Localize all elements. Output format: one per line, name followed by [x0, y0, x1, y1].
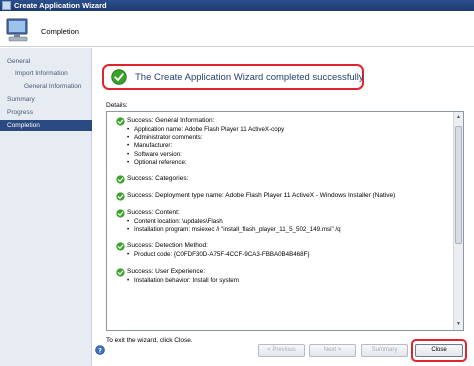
section-title: Success: Content:: [116, 208, 454, 218]
success-check-icon: [116, 209, 125, 218]
details-section: Success: User Experience: Installation b…: [116, 267, 454, 285]
page-title: Completion: [41, 27, 79, 36]
success-check-icon: [111, 69, 127, 85]
next-button[interactable]: Next >: [309, 344, 356, 357]
success-message: The Create Application Wizard completed …: [135, 72, 364, 83]
wizard-header: Completion: [0, 11, 474, 47]
success-check-icon: [116, 192, 125, 201]
detail-line: Optional reference:: [126, 159, 454, 167]
scroll-up-arrow-icon[interactable]: ▲: [454, 113, 463, 122]
close-highlight: [411, 339, 467, 362]
help-icon[interactable]: ?: [95, 345, 105, 355]
app-window-icon: [2, 1, 11, 10]
detail-line: Content location: \updates\Flash: [126, 218, 454, 226]
details-section: Success: General Information: Applicatio…: [116, 116, 454, 167]
success-check-icon: [116, 175, 125, 184]
section-title: Success: Categories:: [116, 174, 454, 184]
scroll-down-arrow-icon[interactable]: ▼: [454, 320, 463, 329]
detail-line: Administrator comments:: [126, 134, 454, 142]
svg-text:?: ?: [98, 346, 102, 354]
wizard-main-panel: The Create Application Wizard completed …: [93, 48, 474, 366]
sidebar-item-general[interactable]: General: [0, 56, 92, 67]
success-check-icon: [116, 242, 125, 252]
section-title-text: Success: User Experience:: [127, 267, 206, 275]
window-title: Create Application Wizard: [14, 1, 107, 10]
section-title-text: Success: Detection Method:: [127, 242, 208, 250]
section-lines: Product code: {C0FDF30D-A75F-4CCF-9CA3-F…: [116, 251, 454, 259]
sidebar-item-completion[interactable]: Completion: [0, 120, 92, 131]
details-label: Details:: [106, 102, 128, 109]
details-content: Success: General Information: Applicatio…: [107, 112, 454, 330]
sidebar-item-summary[interactable]: Summary: [0, 94, 92, 105]
previous-button[interactable]: < Previous: [258, 344, 305, 357]
section-title-text: Success: Content:: [127, 209, 180, 217]
section-title: Success: Deployment type name: Adobe Fla…: [116, 191, 454, 201]
success-check-icon: [116, 267, 125, 277]
computer-icon: [6, 18, 28, 42]
sidebar-item-progress[interactable]: Progress: [0, 107, 92, 118]
detail-line: Product code: {C0FDF30D-A75F-4CCF-9CA3-F…: [126, 251, 454, 259]
details-section: Success: Content: Content location: \upd…: [116, 208, 454, 235]
wizard-sidebar: General Import Information General Infor…: [0, 48, 92, 366]
details-section: Success: Categories:: [116, 174, 454, 184]
section-title: Success: Detection Method:: [116, 241, 454, 252]
section-title: Success: User Experience:: [116, 267, 454, 277]
details-section: Success: Deployment type name: Adobe Fla…: [116, 191, 454, 201]
detail-line: Installation behavior: Install for syste…: [126, 277, 454, 285]
sidebar-item-import-information[interactable]: Import Information: [0, 68, 92, 79]
details-textbox[interactable]: Success: General Information: Applicatio…: [106, 111, 464, 331]
detail-line: Manufacturer:: [126, 142, 454, 150]
success-banner: The Create Application Wizard completed …: [102, 64, 364, 90]
summary-button[interactable]: Summary: [361, 344, 408, 357]
detail-line: Software version:: [126, 151, 454, 159]
sidebar-item-general-information[interactable]: General Information: [0, 81, 92, 92]
exit-instructions: To exit the wizard, click Close.: [106, 337, 193, 344]
window-titlebar: Create Application Wizard: [0, 0, 474, 11]
details-section: Success: Detection Method: Product code:…: [116, 241, 454, 260]
section-title: Success: General Information:: [116, 116, 454, 126]
success-check-icon: [116, 117, 125, 126]
section-lines: Content location: \updates\Flash Install…: [116, 218, 454, 235]
detail-line: Application name: Adobe Flash Player 11 …: [126, 126, 454, 134]
section-title-text: Success: Categories:: [127, 175, 189, 183]
section-lines: Installation behavior: Install for syste…: [116, 277, 454, 285]
scrollbar-thumb[interactable]: [455, 126, 462, 244]
details-scrollbar[interactable]: ▲ ▼: [453, 112, 463, 330]
section-lines: Application name: Adobe Flash Player 11 …: [116, 126, 454, 167]
detail-line: Installation program: msiexec /i "instal…: [126, 226, 454, 234]
section-title-text: Success: Deployment type name: Adobe Fla…: [127, 192, 396, 200]
section-title-text: Success: General Information:: [127, 117, 215, 124]
